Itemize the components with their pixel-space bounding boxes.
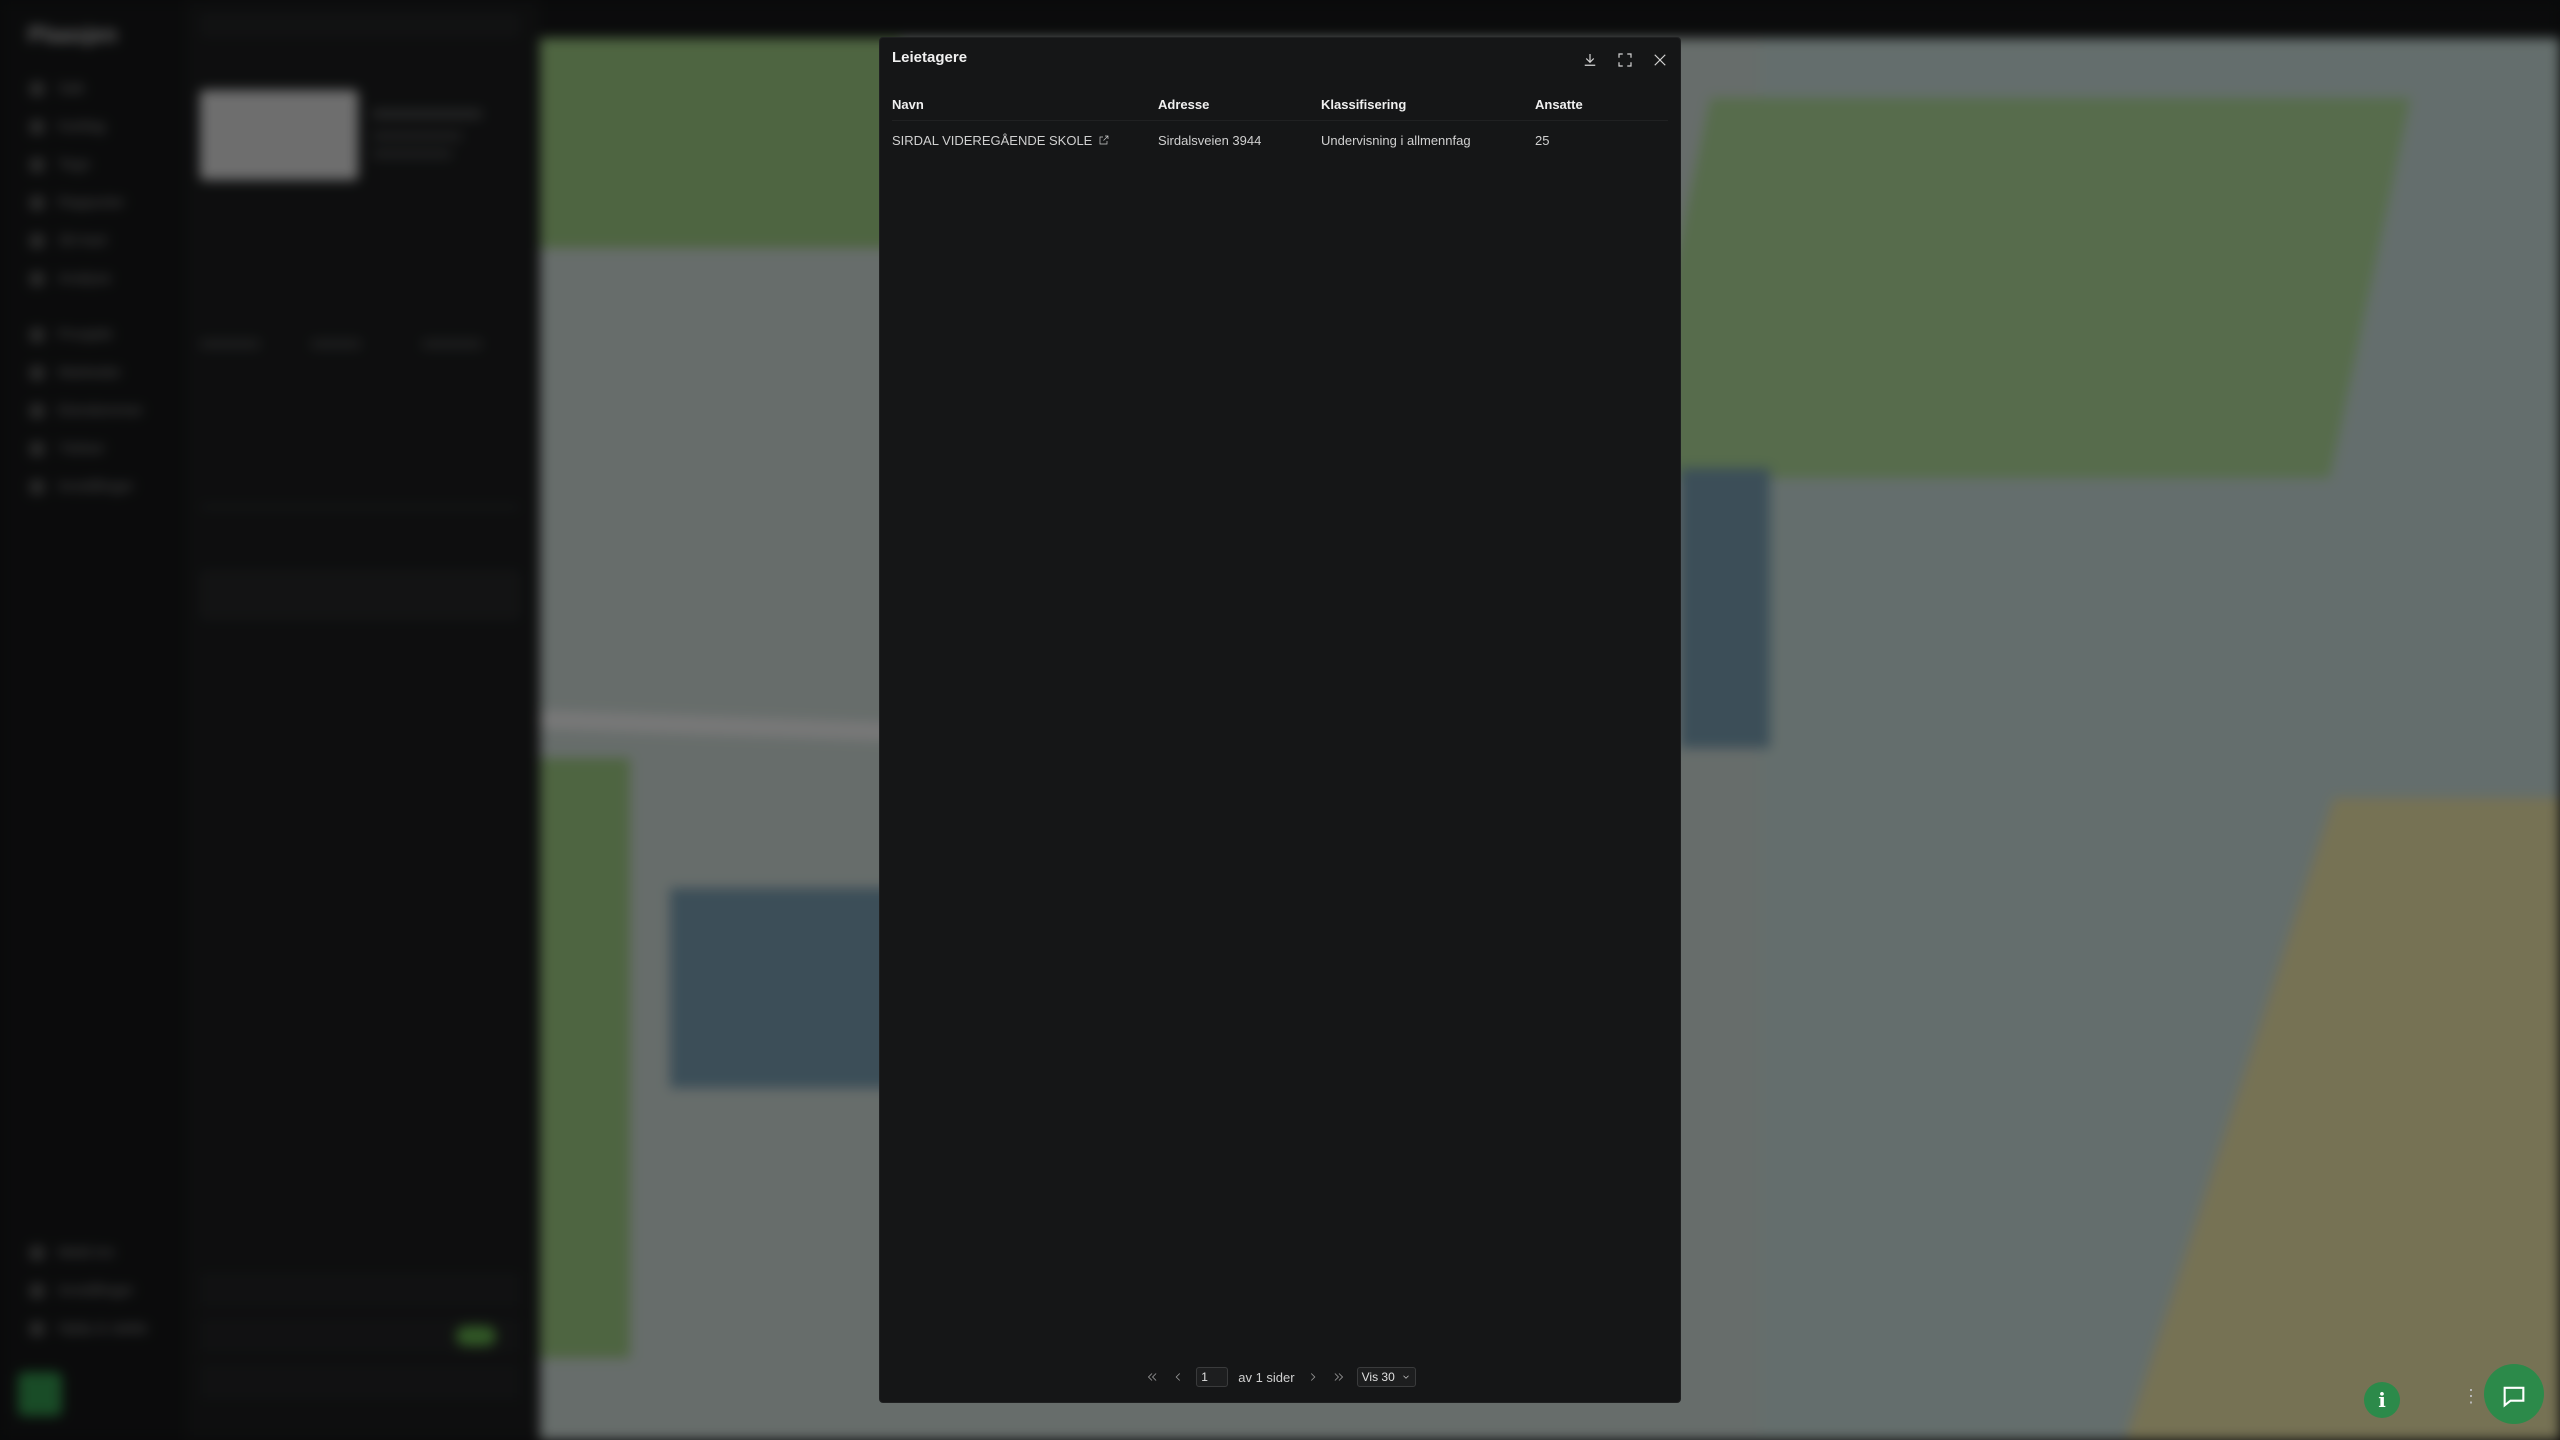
table-header: Navn Adresse Klassifisering Ansatte [892,88,1668,120]
download-button[interactable] [1578,48,1602,72]
close-button[interactable] [1648,48,1672,72]
info-button[interactable]: i [2364,1382,2400,1418]
expand-button[interactable] [1613,48,1637,72]
chevron-left-icon [1175,1373,1181,1381]
tenants-dialog: Leietagere Navn Adresse Klassifisering A… [880,38,1680,1402]
table-row: SIRDAL VIDEREGÅENDE SKOLE Sirdalsveien 3… [892,120,1668,160]
tenant-name: SIRDAL VIDEREGÅENDE SKOLE [892,133,1093,148]
previous-page-button[interactable] [1170,1369,1186,1385]
tenant-classification: Undervisning i allmennfag [1321,133,1471,148]
dialog-title: Leietagere [892,49,968,66]
page-size-label: Vis 30 [1361,1370,1395,1384]
chat-icon [2503,1386,2525,1408]
page-size-select[interactable]: Vis 30 [1356,1367,1416,1387]
first-page-button[interactable] [1144,1369,1160,1385]
chat-button[interactable] [2484,1364,2544,1424]
pagination: av 1 sider Vis 30 [880,1365,1680,1389]
chevron-down-icon [1403,1375,1409,1379]
tenant-name-link[interactable]: SIRDAL VIDEREGÅENDE SKOLE [892,133,1110,148]
column-header-classification[interactable]: Klassifisering [1321,97,1406,112]
download-icon [1584,54,1596,66]
dialog-header: Leietagere [880,38,1680,82]
last-page-button[interactable] [1331,1369,1347,1385]
close-icon [1654,54,1666,66]
tenants-table: Navn Adresse Klassifisering Ansatte SIRD… [892,88,1668,160]
chevrons-left-icon [1148,1373,1157,1381]
column-header-name[interactable]: Navn [892,97,924,112]
chevron-right-icon [1310,1373,1315,1381]
page-count-text: av 1 sider [1238,1369,1295,1385]
column-header-address[interactable]: Adresse [1158,97,1209,112]
chevrons-right-icon [1334,1373,1343,1381]
tenant-employees: 25 [1535,133,1550,148]
page-number-input[interactable] [1196,1367,1229,1387]
external-link-icon [1098,134,1110,146]
tenant-address: Sirdalsveien 3944 [1158,133,1262,148]
expand-icon [1618,53,1632,67]
next-page-button[interactable] [1305,1369,1321,1385]
column-header-employees[interactable]: Ansatte [1535,97,1583,112]
